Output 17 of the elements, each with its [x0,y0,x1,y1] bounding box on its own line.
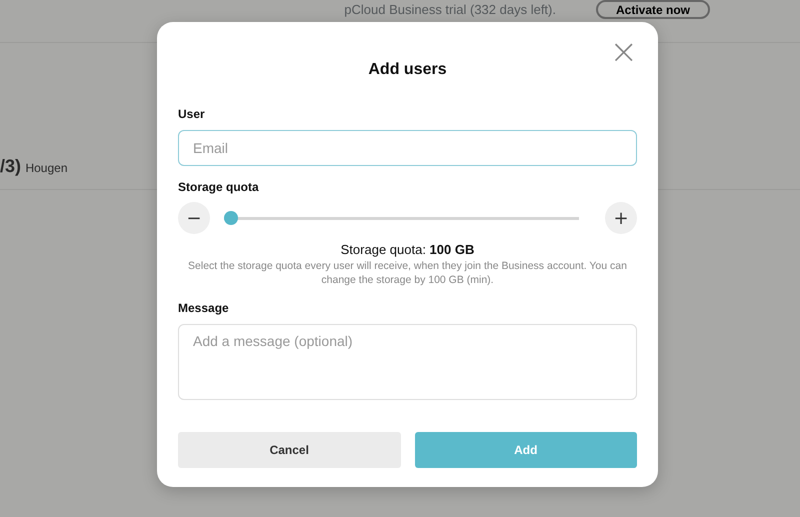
storage-quota-summary: Storage quota: 100 GB [340,242,476,257]
message-label: Message [178,301,230,315]
storage-help-text: Select the storage quota every user will receive, when they join the Business account. You can change the storage by 100 GB (min). [187,259,628,287]
user-label: User [178,107,206,121]
storage-quota-label: Storage quota [178,180,260,194]
heading-fragment: /3) [0,156,22,177]
slider-thumb[interactable] [224,211,238,225]
close-button[interactable]: × [608,38,640,66]
activate-now-button[interactable]: Activate now [596,0,710,19]
row-fragment: Hougen [25,161,68,175]
email-field[interactable]: Email [178,130,637,166]
decrease-button[interactable]: − [178,202,210,234]
message-field[interactable]: Add a message (optional) [178,324,637,400]
trial-notice: pCloud Business trial (332 days left). [344,2,556,17]
increase-button[interactable]: + [605,202,637,234]
cancel-button[interactable]: Cancel [178,432,400,468]
dialog-title: Add users [367,61,448,79]
